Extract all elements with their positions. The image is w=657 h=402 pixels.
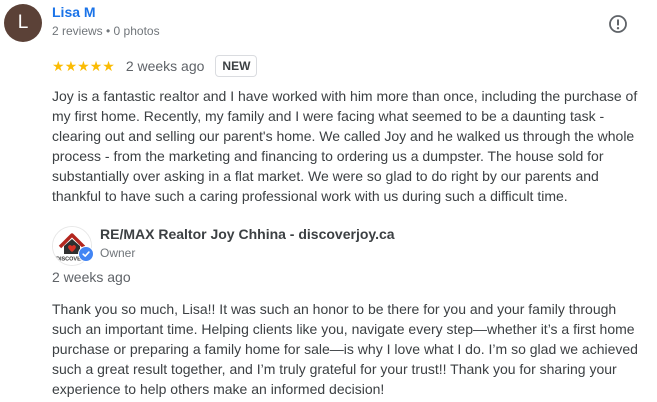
new-badge: NEW xyxy=(215,55,258,77)
review-text: Joy is a fantastic realtor and I have wo… xyxy=(52,88,638,204)
response-time: 2 weeks ago xyxy=(52,269,131,285)
reviewer-initial: L xyxy=(17,12,29,33)
owner-name[interactable]: RE/MAX Realtor Joy Chhina - discoverjoy.… xyxy=(100,226,395,242)
reviewer-meta: 2 reviews • 0 photos xyxy=(52,24,160,38)
report-button[interactable] xyxy=(607,13,629,35)
reviewer-avatar[interactable]: L xyxy=(4,4,42,42)
reviewer-name[interactable]: Lisa M xyxy=(52,4,96,20)
rating-row: ★ ★ ★ ★ ★ 2 weeks ago NEW xyxy=(52,55,258,77)
star-icon: ★ xyxy=(89,58,103,74)
owner-response-text: Thank you so much, Lisa!! It was such an… xyxy=(52,301,638,397)
star-icon: ★ xyxy=(102,58,115,74)
review-time: 2 weeks ago xyxy=(125,58,205,74)
report-icon xyxy=(609,15,627,33)
owner-role: Owner xyxy=(100,246,136,260)
star-icon: ★ xyxy=(77,58,90,74)
star-rating: ★ ★ ★ ★ ★ xyxy=(52,59,115,73)
star-icon: ★ xyxy=(52,58,65,74)
star-icon: ★ xyxy=(64,58,78,74)
verified-badge-icon xyxy=(78,246,94,262)
